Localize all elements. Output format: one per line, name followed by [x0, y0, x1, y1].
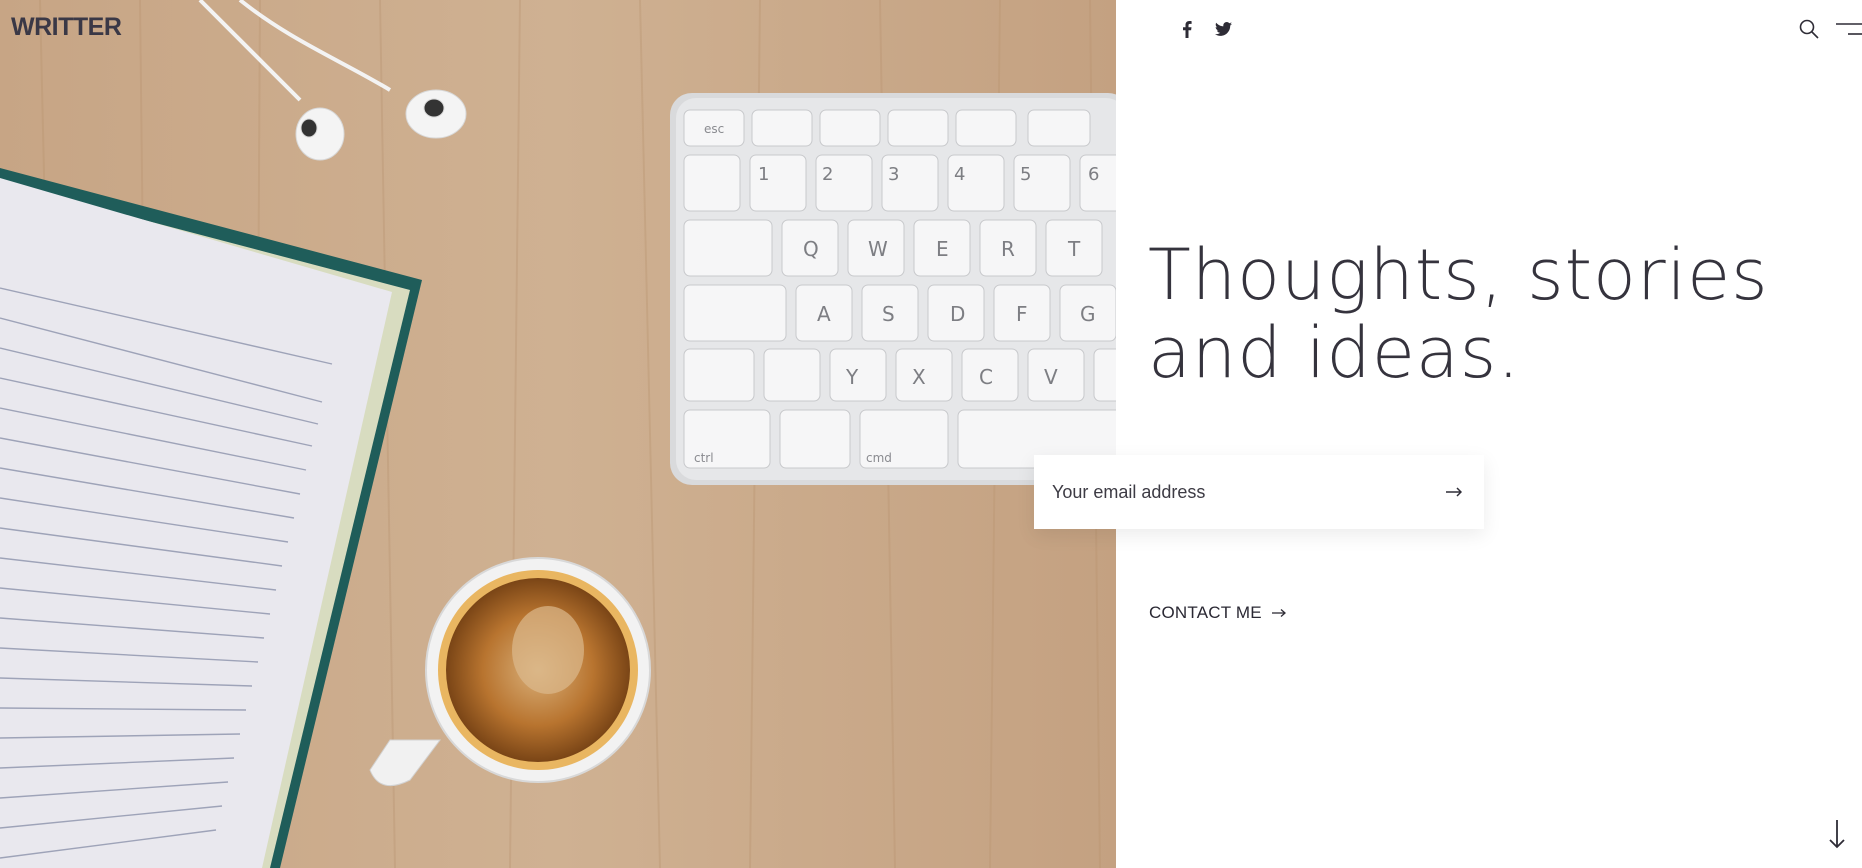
svg-text:D: D — [950, 302, 965, 326]
scroll-down-button[interactable] — [1826, 820, 1848, 850]
twitter-icon[interactable] — [1212, 18, 1234, 40]
email-input[interactable] — [1050, 471, 1424, 513]
svg-text:2: 2 — [822, 164, 833, 185]
subscribe-submit-button[interactable] — [1424, 455, 1484, 529]
facebook-icon[interactable] — [1176, 18, 1198, 40]
contact-me-label: CONTACT ME — [1149, 603, 1262, 622]
svg-text:T: T — [1067, 237, 1081, 261]
svg-text:4: 4 — [954, 164, 965, 185]
subscribe-form — [1034, 455, 1484, 529]
site-logo[interactable]: WRITTER — [11, 13, 122, 42]
hero-image: esc Q W E R T A S D F G Y X C V 1 2 3 4 — [0, 0, 1116, 868]
svg-text:X: X — [912, 365, 926, 389]
svg-text:cmd: cmd — [866, 451, 892, 465]
hero-headline: Thoughts, stories and ideas. — [1148, 236, 1828, 392]
svg-text:5: 5 — [1020, 164, 1031, 185]
headline-line-2: and ideas. — [1148, 312, 1521, 394]
svg-text:C: C — [979, 365, 993, 389]
svg-text:W: W — [868, 237, 888, 261]
arrow-right-icon — [1271, 609, 1286, 617]
keyboard-illustration: esc Q W E R T A S D F G Y X C V 1 2 3 4 — [670, 93, 1116, 485]
arrow-down-icon — [1829, 820, 1845, 849]
contact-me-link[interactable]: CONTACT ME — [1149, 603, 1286, 623]
svg-text:F: F — [1016, 302, 1028, 326]
svg-text:A: A — [817, 302, 831, 326]
svg-text:1: 1 — [758, 164, 769, 185]
svg-text:R: R — [1001, 237, 1015, 261]
svg-text:S: S — [882, 302, 895, 326]
svg-text:V: V — [1044, 365, 1058, 389]
social-links — [1176, 18, 1234, 40]
search-icon[interactable] — [1796, 16, 1822, 42]
svg-text:G: G — [1080, 302, 1096, 326]
menu-icon[interactable] — [1836, 16, 1862, 42]
svg-text:3: 3 — [888, 164, 899, 185]
svg-text:ctrl: ctrl — [694, 451, 714, 465]
key-label-esc: esc — [704, 122, 724, 136]
header-actions — [1796, 16, 1862, 42]
svg-text:Q: Q — [803, 237, 819, 261]
svg-text:6: 6 — [1088, 164, 1099, 185]
arrow-right-icon — [1446, 487, 1462, 497]
headline-line-1: Thoughts, stories — [1148, 234, 1769, 316]
svg-text:E: E — [936, 237, 949, 261]
svg-text:Y: Y — [845, 365, 859, 389]
